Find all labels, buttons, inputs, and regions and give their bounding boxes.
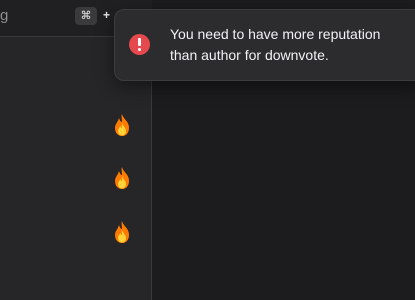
error-icon [129,34,150,55]
error-toast[interactable]: You need to have more reputation than au… [114,9,415,81]
command-key-hint: ⌘ [75,7,97,25]
app-window: g ⌘ + You need to have more reputation t [0,0,415,300]
fire-icon[interactable] [111,220,133,244]
toast-message: You need to have more reputation than au… [170,26,381,63]
shortcut-plus: + [103,8,111,22]
fire-icon[interactable] [111,166,133,190]
fire-icon[interactable] [111,113,133,137]
search-input[interactable]: g [0,7,8,24]
